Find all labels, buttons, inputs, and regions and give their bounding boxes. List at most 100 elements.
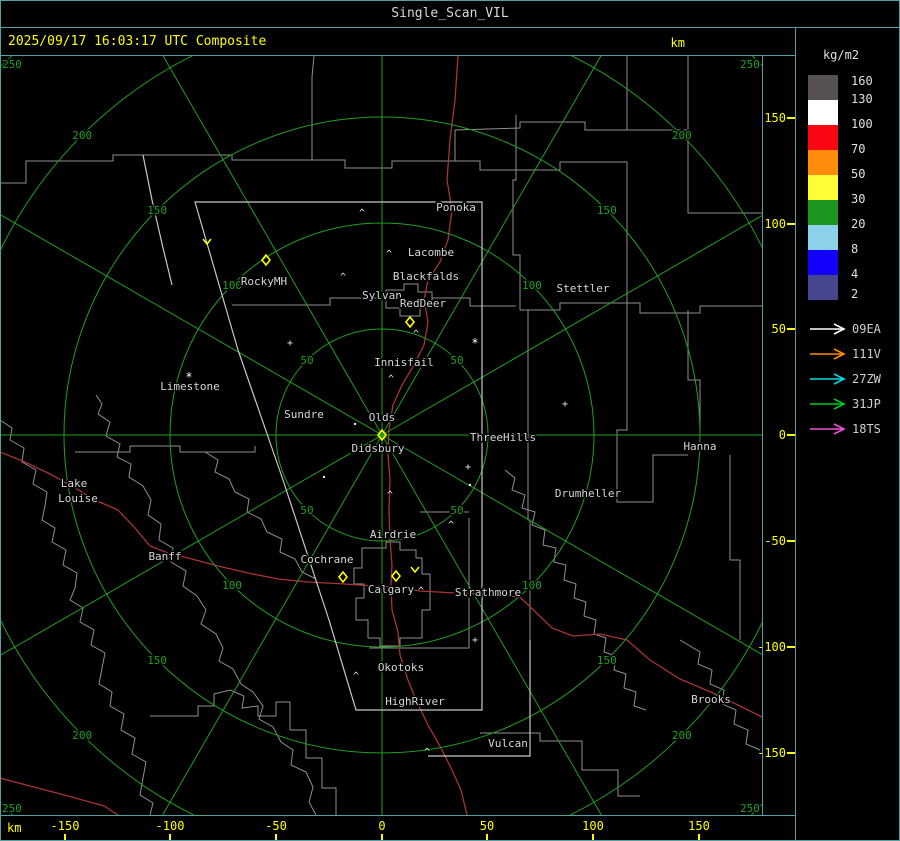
ring-distance-label: 100 xyxy=(522,579,542,592)
colorbar-block xyxy=(808,125,838,150)
colorbar-tick-label: 50 xyxy=(851,167,866,181)
bottom-axis-tick-label: -50 xyxy=(265,819,287,833)
right-axis-tick-mark xyxy=(787,223,795,225)
right-axis-tick-mark xyxy=(787,752,795,754)
city-label: Okotoks xyxy=(378,661,424,674)
county-boundary-line xyxy=(616,162,688,503)
right-axis-tick-label: 100 xyxy=(764,217,786,231)
colorbar-tick-label: 30 xyxy=(851,192,866,206)
colorbar-block xyxy=(808,175,838,200)
map-border-right xyxy=(762,56,763,816)
city-label: ThreeHills xyxy=(470,431,536,444)
county-boundary-line xyxy=(150,689,337,815)
colorbar-block xyxy=(808,75,838,100)
azimuth-radial xyxy=(1,214,383,436)
colorbar-block xyxy=(808,100,838,125)
right-axis-tick-mark xyxy=(787,646,795,648)
colorbar-tick-label: 100 xyxy=(851,117,873,131)
azimuth-radial xyxy=(381,434,762,655)
colorbar-tick-label: 4 xyxy=(851,267,859,281)
ring-distance-label: 250 xyxy=(2,58,22,71)
ring-distance-label: 200 xyxy=(672,729,692,742)
radar-id-label: 27ZW xyxy=(852,372,881,386)
ring-distance-label: 50 xyxy=(450,354,463,367)
bottom-axis-tick-label: -150 xyxy=(50,819,80,833)
county-boundary-line xyxy=(729,455,741,640)
colorbar-tick-label: 70 xyxy=(851,142,866,156)
city-label: HighRiver xyxy=(385,695,445,708)
city-label: RockyMH xyxy=(241,275,287,288)
colorbar-block xyxy=(808,200,838,225)
county-boundary-line xyxy=(75,445,256,453)
asterisk-marker: * xyxy=(471,336,478,350)
ring-distance-label: 200 xyxy=(672,129,692,142)
colorbar-unit: kg/m2 xyxy=(822,48,860,62)
ring-distance-label: 50 xyxy=(300,504,313,517)
caret-marker: ^ xyxy=(353,671,359,682)
ring-distance-label: 50 xyxy=(450,504,463,517)
radar-app-window: Single_Scan_VIL 2025/09/17 16:03:17 UTC … xyxy=(0,0,900,841)
legend-panel: kg/m2 160 130 100 70 50 30 20 8 4 2 09EA 111V 27ZW 3… xyxy=(796,28,900,841)
radar-id-label: 111V xyxy=(852,347,881,361)
city-label: Vulcan xyxy=(488,737,528,750)
bottom-distance-axis: km -150 -100 -50 0 50 100 150 xyxy=(0,816,795,841)
county-boundary-line xyxy=(687,130,762,214)
county-boundary-line xyxy=(687,310,701,430)
caret-marker: ^ xyxy=(388,374,394,385)
city-label: Lake xyxy=(61,477,88,490)
ring-distance-label: 150 xyxy=(147,654,167,667)
title-bar: Single_Scan_VIL xyxy=(0,0,900,27)
county-boundary-line xyxy=(312,56,628,169)
radar-site-diamond-marker xyxy=(390,569,402,583)
city-label: Olds xyxy=(369,411,396,424)
bottom-axis-tick-label: -100 xyxy=(155,819,185,833)
caret-marker: ^ xyxy=(424,747,430,758)
azimuth-radial xyxy=(162,434,383,815)
ring-distance-label: 250 xyxy=(2,802,22,815)
county-boundary-line xyxy=(520,302,762,314)
header-row: 2025/09/17 16:03:17 UTC Composite km xyxy=(0,28,795,55)
caret-marker: ^ xyxy=(340,272,346,283)
yellow-v-marker xyxy=(410,566,420,574)
city-label: Banff xyxy=(148,550,181,563)
ring-distance-label: 50 xyxy=(300,354,313,367)
right-axis-unit: km xyxy=(670,36,685,50)
city-label: Sundre xyxy=(284,408,324,421)
county-boundary-line xyxy=(455,160,627,171)
ring-distance-label: 100 xyxy=(222,579,242,592)
colorbar-tick-label: 130 xyxy=(851,92,873,106)
right-axis-tick-mark xyxy=(787,117,795,119)
asterisk-marker: * xyxy=(185,370,192,384)
colorbar-tick-label: 2 xyxy=(851,287,859,301)
city-label: Calgary xyxy=(368,583,415,596)
city-label: Blackfalds xyxy=(393,270,459,283)
caret-marker: ^ xyxy=(387,490,393,501)
dot-marker xyxy=(468,483,472,487)
county-boundary-line xyxy=(627,56,689,131)
city-label: Sylvan xyxy=(362,289,402,302)
caret-marker: ^ xyxy=(386,249,392,260)
city-label: Drumheller xyxy=(555,487,622,500)
radar-legend-row: 27ZW xyxy=(806,370,900,390)
county-boundary-line xyxy=(204,451,317,580)
colorbar-block xyxy=(808,150,838,175)
radar-map-canvas: 50 50 50 50 100 100 100 100 150 150 150 150 200 200 20… xyxy=(1,56,762,815)
radar-id-label: 31JP xyxy=(852,397,881,411)
bottom-axis-tick-label: 0 xyxy=(378,819,386,833)
ring-distance-label: 200 xyxy=(72,129,92,142)
window-title: Single_Scan_VIL xyxy=(391,6,509,21)
radar-arrow-icon xyxy=(810,348,846,360)
right-axis-tick-mark xyxy=(787,540,795,542)
radar-legend-row: 09EA xyxy=(806,320,900,340)
colorbar-tick-label: 20 xyxy=(851,217,866,231)
dot-marker xyxy=(322,475,326,479)
bottom-axis-tick-label: 150 xyxy=(688,819,710,833)
scan-datetime: 2025/09/17 16:03:17 UTC Composite xyxy=(8,34,267,49)
radar-arrow-icon xyxy=(810,373,846,385)
plus-marker: + xyxy=(287,338,293,349)
city-label: Airdrie xyxy=(370,528,416,541)
ring-distance-label: 150 xyxy=(597,654,617,667)
radar-arrow-icon xyxy=(810,423,846,435)
caret-marker: ^ xyxy=(359,208,365,219)
colorbar-tick-label: 160 xyxy=(851,74,873,88)
